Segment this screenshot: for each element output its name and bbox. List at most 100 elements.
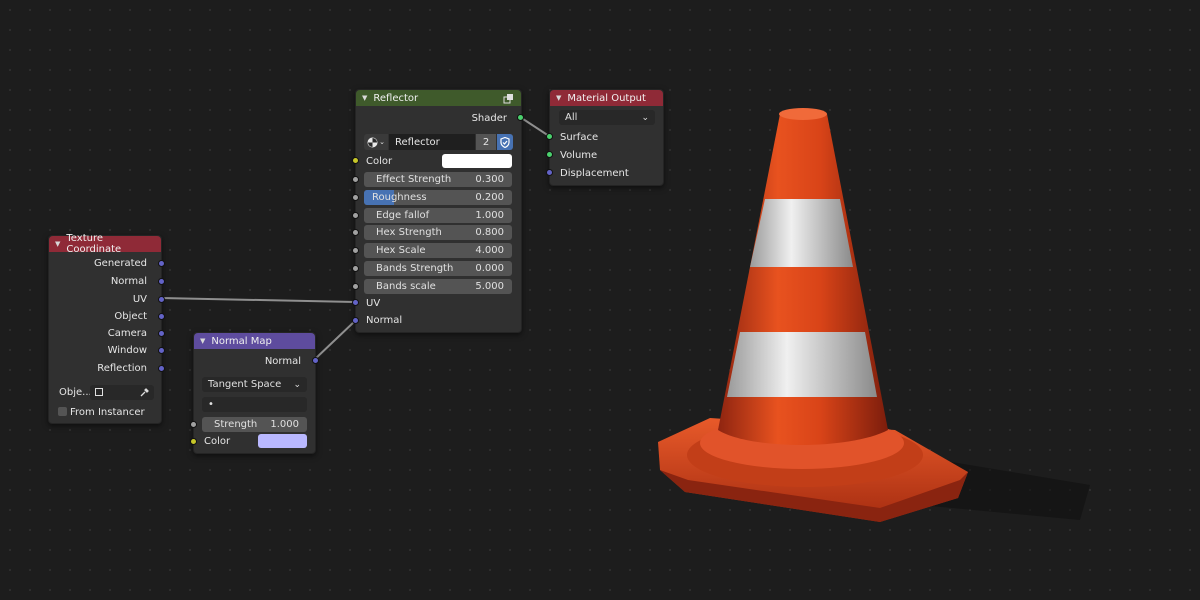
output-label: Shader bbox=[471, 112, 507, 124]
texture-coordinate-node[interactable]: ▼ Texture Coordinate Generated Normal UV… bbox=[48, 233, 165, 424]
param-value: 0.800 bbox=[475, 227, 504, 239]
reflector-node[interactable]: ▼ Reflector Shader ⌄ Reflector 2 Color E… bbox=[352, 89, 524, 333]
node-title: Normal Map bbox=[211, 335, 272, 347]
node-group-selector[interactable]: ⌄ Reflector 2 bbox=[364, 134, 513, 150]
space-dropdown[interactable]: Tangent Space ⌄ bbox=[202, 377, 307, 392]
color-swatch[interactable] bbox=[258, 434, 307, 448]
collapse-triangle-icon[interactable]: ▼ bbox=[362, 94, 367, 102]
socket-displacement[interactable] bbox=[546, 169, 553, 176]
param-field[interactable]: Bands scale 5.000 bbox=[364, 278, 512, 294]
from-instancer-label: From Instancer bbox=[70, 406, 145, 418]
input-volume-row: Volume bbox=[560, 147, 597, 163]
node-title: Material Output bbox=[567, 92, 646, 104]
param-field[interactable]: Roughness 0.200 bbox=[364, 189, 512, 205]
datablock-name-field[interactable]: Reflector bbox=[389, 134, 475, 150]
color-label: Color bbox=[366, 155, 393, 167]
socket-surface[interactable] bbox=[546, 133, 553, 140]
socket-shader-output[interactable] bbox=[517, 114, 524, 121]
normal-map-node[interactable]: ▼ Normal Map Normal Tangent Space ⌄ • St… bbox=[190, 332, 319, 454]
uv-map-field[interactable]: • bbox=[202, 397, 307, 412]
uv-map-value: • bbox=[208, 399, 214, 410]
output-label: Object bbox=[114, 310, 147, 322]
collapse-triangle-icon[interactable]: ▼ bbox=[200, 337, 205, 345]
socket-normal[interactable] bbox=[158, 278, 165, 285]
socket-object[interactable] bbox=[158, 313, 165, 320]
color-row: Color bbox=[366, 153, 392, 169]
param-label: Roughness bbox=[372, 191, 427, 203]
output-shader: Shader bbox=[472, 110, 507, 126]
link-shader-to-surface[interactable] bbox=[519, 116, 550, 137]
input-volume-label: Volume bbox=[560, 149, 598, 161]
socket-strength[interactable] bbox=[190, 421, 197, 428]
input-surface-label: Surface bbox=[560, 131, 599, 143]
param-field[interactable]: Effect Strength 0.300 bbox=[364, 172, 512, 187]
socket-color[interactable] bbox=[190, 438, 197, 445]
socket-param[interactable] bbox=[352, 229, 359, 237]
socket-color[interactable] bbox=[352, 157, 359, 164]
socket-param[interactable] bbox=[352, 247, 359, 255]
collapse-triangle-icon[interactable]: ▼ bbox=[556, 94, 561, 102]
output-generated: Generated bbox=[94, 255, 147, 271]
socket-param[interactable] bbox=[352, 265, 359, 272]
output-normal: Normal bbox=[111, 273, 147, 289]
output-object: Object bbox=[114, 308, 147, 324]
input-uv-label: UV bbox=[366, 297, 381, 309]
socket-uv[interactable] bbox=[158, 296, 165, 303]
socket-reflection[interactable] bbox=[158, 365, 165, 372]
param-value: 0.200 bbox=[475, 191, 504, 203]
user-count-button[interactable]: 2 bbox=[476, 134, 496, 150]
output-label: Camera bbox=[107, 327, 147, 339]
socket-normal-input[interactable] bbox=[352, 317, 359, 324]
socket-param[interactable] bbox=[352, 282, 359, 290]
param-label: Hex Strength bbox=[376, 227, 442, 239]
link-normal-to-normal[interactable] bbox=[314, 320, 356, 360]
strength-value: 1.000 bbox=[270, 419, 299, 430]
texture-coordinate-header[interactable]: ▼ Texture Coordinate bbox=[49, 233, 161, 255]
fake-user-button[interactable] bbox=[497, 134, 513, 150]
strength-field[interactable]: Strength 1.000 bbox=[202, 417, 307, 432]
param-field[interactable]: Hex Strength 0.800 bbox=[364, 225, 512, 241]
param-value: 0.000 bbox=[475, 263, 504, 274]
strength-label: Strength bbox=[214, 419, 258, 430]
target-value: All bbox=[565, 112, 578, 123]
output-uv: UV bbox=[133, 291, 147, 307]
param-field[interactable]: Bands Strength 0.000 bbox=[364, 261, 512, 276]
from-instancer-checkbox[interactable] bbox=[58, 407, 67, 416]
socket-generated[interactable] bbox=[158, 260, 165, 267]
param-field[interactable]: Hex Scale 4.000 bbox=[364, 243, 512, 259]
param-value: 1.000 bbox=[475, 209, 504, 221]
object-picker-field[interactable] bbox=[90, 385, 154, 400]
socket-window[interactable] bbox=[158, 347, 165, 354]
browse-button[interactable]: ⌄ bbox=[364, 134, 388, 150]
datablock-name: Reflector bbox=[395, 136, 440, 148]
input-uv-row: UV bbox=[366, 295, 380, 311]
socket-camera[interactable] bbox=[158, 330, 165, 337]
color-swatch[interactable] bbox=[442, 154, 512, 168]
socket-param[interactable] bbox=[352, 211, 359, 219]
socket-volume[interactable] bbox=[546, 151, 553, 158]
input-surface-row: Surface bbox=[560, 129, 598, 145]
eyedropper-icon[interactable] bbox=[139, 387, 150, 398]
output-label: Reflection bbox=[97, 362, 147, 374]
input-normal-label: Normal bbox=[366, 314, 403, 326]
socket-param[interactable] bbox=[352, 193, 359, 201]
material-sphere-icon bbox=[367, 137, 378, 147]
output-label: UV bbox=[132, 293, 147, 305]
param-field[interactable]: Edge fallof 1.000 bbox=[364, 207, 512, 223]
node-group-icon[interactable] bbox=[503, 93, 515, 104]
param-label: Hex Scale bbox=[376, 245, 426, 257]
color-label: Color bbox=[204, 435, 231, 447]
collapse-triangle-icon[interactable]: ▼ bbox=[55, 240, 60, 248]
link-uv-to-uv[interactable] bbox=[160, 297, 356, 303]
object-data-icon bbox=[95, 388, 103, 396]
node-title: Texture Coordinate bbox=[66, 233, 122, 255]
param-value: 0.300 bbox=[475, 174, 504, 185]
output-window: Window bbox=[108, 342, 147, 358]
reflector-header[interactable]: ▼ Reflector bbox=[356, 90, 521, 106]
output-reflection: Reflection bbox=[97, 360, 147, 376]
shield-icon bbox=[500, 136, 510, 148]
normal-map-header[interactable]: ▼ Normal Map bbox=[194, 333, 315, 349]
socket-normal-output[interactable] bbox=[312, 357, 319, 364]
socket-param[interactable] bbox=[352, 176, 359, 183]
socket-uv-input[interactable] bbox=[352, 299, 359, 306]
